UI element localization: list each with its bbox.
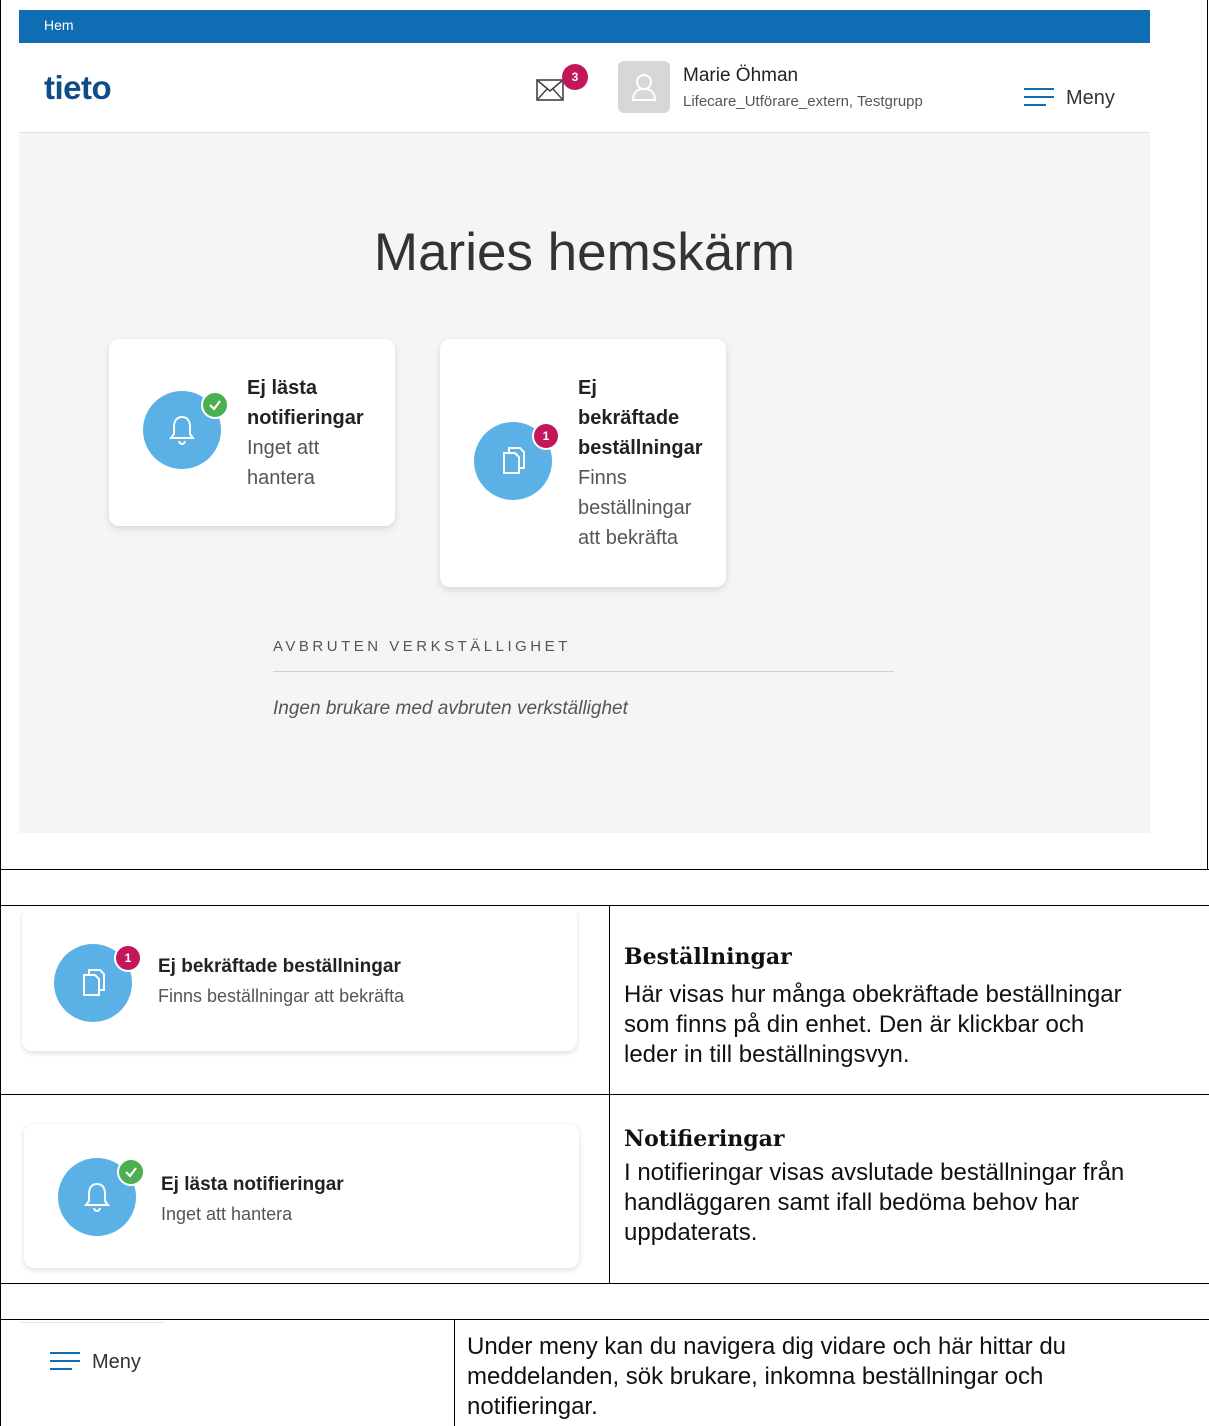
home-screen-screenshot: Hem tieto 3 Marie Öhman Lifecare_Utförar… [19, 10, 1150, 833]
description-line: uppdaterats. [624, 1219, 758, 1246]
description-line: handläggaren samt ifall bedöma behov har [624, 1189, 1079, 1216]
order-count-badge: 1 [114, 944, 142, 972]
hamburger-icon [1024, 88, 1054, 106]
doc-rule-4 [0, 1283, 1209, 1284]
doc-border-right-top [1207, 0, 1208, 870]
menu-button[interactable]: Meny [1024, 87, 1115, 110]
bell-icon [169, 415, 195, 446]
unconfirmed-orders-row-card[interactable]: 1 Ej bekräftade beställningar Finns best… [22, 908, 577, 1051]
documents-icon [503, 447, 525, 474]
orders-description-title: Beställningar [624, 944, 792, 970]
avatar[interactable] [618, 61, 670, 113]
order-count-badge: 1 [532, 422, 560, 450]
card-sub-line: hantera [247, 467, 315, 489]
card-sub-line: att bekräfta [578, 527, 679, 549]
description-line: Här visas hur många obekräftade beställn… [624, 981, 1122, 1008]
card-title-line: notifieringar [247, 407, 364, 429]
card-sub-line: Inget att [247, 437, 320, 459]
table-col-divider-2 [454, 1319, 455, 1426]
doc-rule-5 [0, 1319, 1209, 1320]
card-title-line: Ej lästa [247, 377, 318, 399]
doc-border-left [0, 0, 1, 1426]
user-name: Marie Öhman [683, 65, 799, 86]
app-header: tieto 3 Marie Öhman Lifecare_Utförare_ex… [19, 43, 1150, 133]
doc-rule-3 [0, 1094, 1209, 1095]
description-line: meddelanden, sök brukare, inkomna bestäl… [467, 1363, 1044, 1390]
unread-notifications-card[interactable]: Ej lästa notifieringar Inget att hantera [109, 339, 395, 526]
row-card-subtitle: Finns beställningar att bekräfta [158, 986, 405, 1006]
mail-count-badge: 3 [562, 64, 588, 90]
card-title-line: beställningar [578, 437, 703, 459]
mail-icon[interactable] [536, 79, 564, 101]
unconfirmed-orders-card[interactable]: 1 Ej bekräftade beställningar Finns best… [440, 339, 726, 587]
page-title: Maries hemskärm [373, 223, 796, 282]
tieto-logo[interactable]: tieto [44, 69, 112, 107]
notifications-description: I notifieringar visas avslutade beställn… [624, 1158, 1124, 1248]
user-icon [631, 74, 657, 101]
hamburger-icon [50, 1352, 80, 1370]
check-badge [201, 391, 229, 419]
menu-snippet: Meny [20, 1322, 165, 1402]
doc-rule-1 [0, 869, 1209, 870]
description-line: som finns på din enhet. Den är klickbar … [624, 1011, 1085, 1038]
description-line: leder in till beställningsvyn. [624, 1041, 910, 1068]
section-divider [273, 671, 894, 672]
check-badge [117, 1158, 145, 1186]
card-sub-line: Finns [578, 467, 627, 489]
check-icon [209, 400, 221, 411]
description-line: notifieringar. [467, 1393, 598, 1420]
bell-icon [84, 1182, 110, 1213]
breadcrumb-bar: Hem [19, 10, 1150, 43]
user-role: Lifecare_Utförare_extern, Testgrupp [683, 93, 923, 110]
menu-label: Meny [92, 1351, 141, 1373]
unread-notifications-row-card[interactable]: Ej lästa notifieringar Inget att hantera [24, 1124, 579, 1268]
breadcrumb-home[interactable]: Hem [44, 17, 74, 33]
notifications-card-snippet: Ej lästa notifieringar Inget att hantera [20, 1122, 584, 1276]
row-card-subtitle: Inget att hantera [161, 1204, 293, 1224]
notifications-description-title: Notifieringar [624, 1126, 785, 1152]
section-empty-text: Ingen brukare med avbruten verkställighe… [273, 698, 628, 719]
card-sub-line: beställningar [578, 497, 692, 519]
check-icon [125, 1167, 137, 1178]
description-line: I notifieringar visas avslutade beställn… [624, 1159, 1125, 1186]
card-title-line: Ej [578, 377, 597, 399]
orders-description: Här visas hur många obekräftade beställn… [624, 980, 1122, 1070]
menu-description: Under meny kan du navigera dig vidare oc… [467, 1332, 1066, 1422]
doc-rule-2 [0, 905, 1209, 906]
row-card-title: Ej lästa notifieringar [161, 1174, 344, 1195]
menu-button[interactable]: Meny [50, 1351, 141, 1374]
documents-icon [83, 969, 105, 996]
card-title-line: bekräftade [578, 407, 680, 429]
orders-card-snippet: 1 Ej bekräftade beställningar Finns best… [20, 908, 580, 1060]
row-card-title: Ej bekräftade beställningar [158, 956, 401, 977]
menu-label: Meny [1066, 87, 1115, 109]
section-heading: AVBRUTEN VERKSTÄLLIGHET [273, 638, 571, 655]
description-line: Under meny kan du navigera dig vidare oc… [467, 1333, 1067, 1360]
